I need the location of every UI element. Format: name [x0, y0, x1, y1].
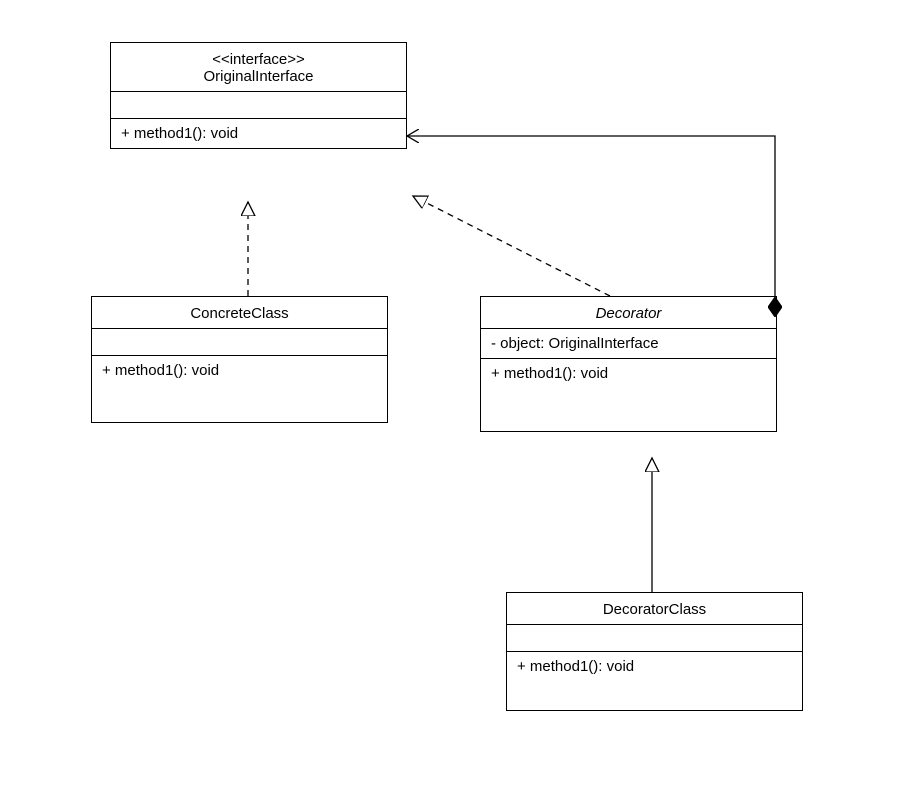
class-name: ConcreteClass — [102, 305, 377, 322]
class-decorator-class: DecoratorClass + method1(): void — [506, 592, 803, 711]
stereotype-label: <<interface>> — [121, 51, 396, 68]
method-label: + method1(): void — [102, 362, 219, 379]
class-name: Decorator — [491, 305, 766, 322]
attributes-section — [92, 328, 387, 355]
methods-section: + method1(): void — [92, 355, 387, 422]
class-original-interface: <<interface>> OriginalInterface + method… — [110, 42, 407, 149]
class-header: Decorator — [481, 297, 776, 328]
class-decorator: Decorator - object: OriginalInterface + … — [480, 296, 777, 432]
method-label: + method1(): void — [491, 365, 608, 382]
class-concrete-class: ConcreteClass + method1(): void — [91, 296, 388, 423]
methods-section: + method1(): void — [111, 118, 406, 148]
methods-section: + method1(): void — [481, 358, 776, 431]
class-name: DecoratorClass — [517, 601, 792, 618]
method-label: + method1(): void — [517, 658, 634, 675]
class-header: DecoratorClass — [507, 593, 802, 624]
attribute-label: - object: OriginalInterface — [491, 335, 659, 352]
class-name: OriginalInterface — [121, 68, 396, 85]
class-header: ConcreteClass — [92, 297, 387, 328]
attributes-section — [507, 624, 802, 651]
realization-decorator-to-interface — [413, 196, 610, 296]
class-header: <<interface>> OriginalInterface — [111, 43, 406, 91]
method-label: + method1(): void — [121, 125, 238, 142]
attributes-section — [111, 91, 406, 118]
attributes-section: - object: OriginalInterface — [481, 328, 776, 358]
methods-section: + method1(): void — [507, 651, 802, 710]
composition-decorator-has-interface — [407, 136, 775, 297]
